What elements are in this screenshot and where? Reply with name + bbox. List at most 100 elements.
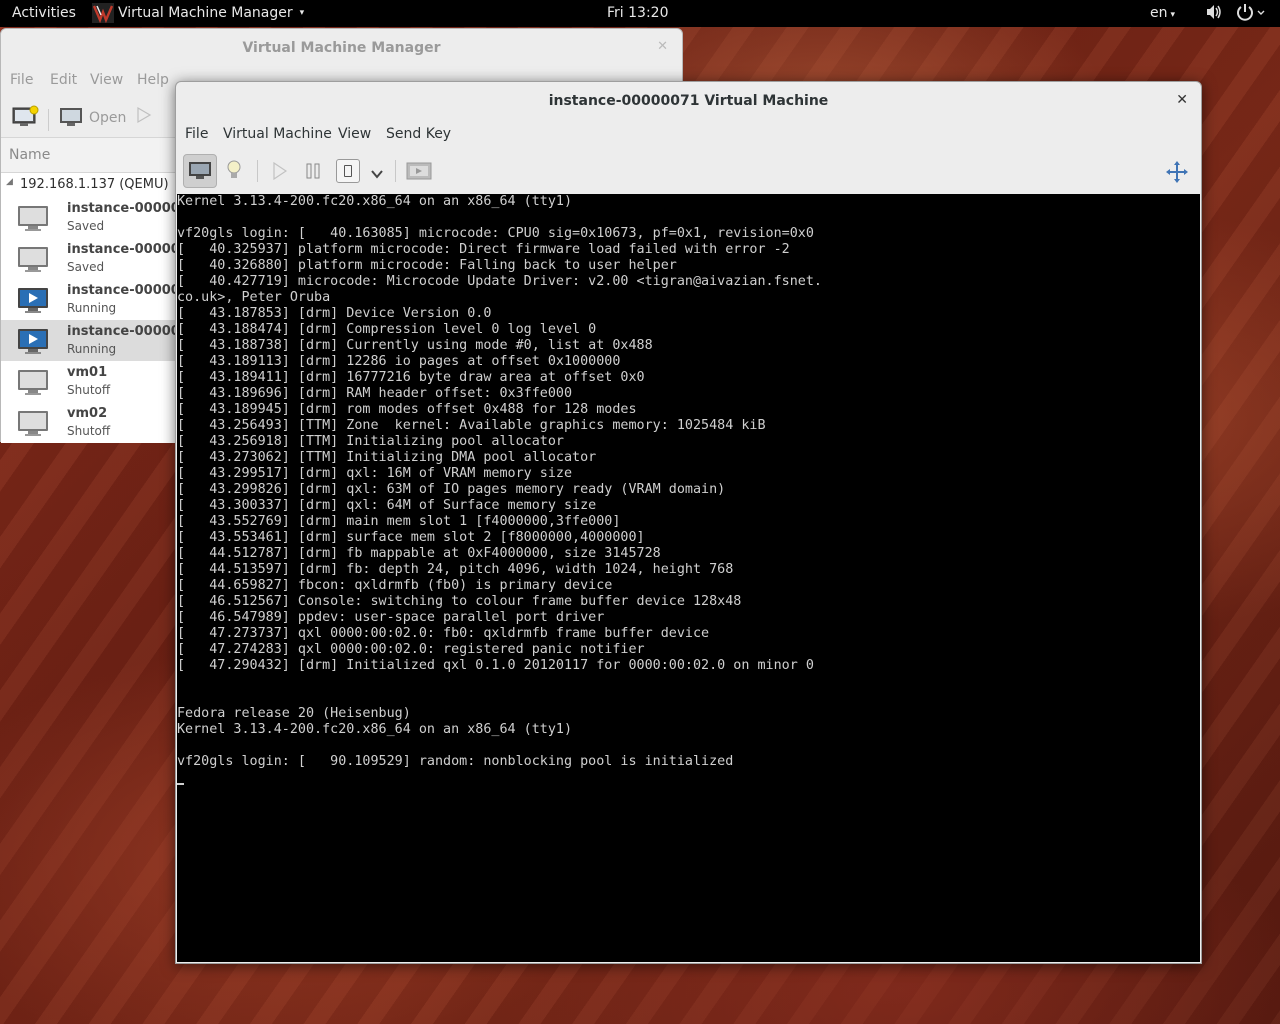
console-line: Kernel 3.13.4-200.fc20.x86_64 on an x86_… <box>177 194 573 209</box>
chevron-down-icon: ▾ <box>1170 10 1176 20</box>
console-line: [ 43.188738] [drm] Currently using mode … <box>177 338 653 353</box>
menu-file[interactable]: File <box>185 126 208 142</box>
menu-edit[interactable]: Edit <box>50 72 77 88</box>
toolbar-separator <box>257 160 258 182</box>
shutdown-button[interactable] <box>336 159 360 183</box>
console-view-button[interactable] <box>183 154 217 188</box>
vm-state: Running <box>67 342 117 356</box>
vm-name: vm02 <box>67 406 108 421</box>
close-icon[interactable]: ✕ <box>1176 92 1188 108</box>
vm-monitor-icon <box>17 369 49 395</box>
activities-button[interactable]: Activities <box>12 5 76 21</box>
menu-help[interactable]: Help <box>137 72 169 88</box>
monitor-icon <box>59 105 83 131</box>
vm-list-item[interactable]: instance-0000006 Saved <box>1 197 198 238</box>
app-menu[interactable]: Virtual Machine Manager ▾ <box>92 3 305 24</box>
power-icon[interactable] <box>1236 3 1266 27</box>
vm-state: Shutoff <box>67 383 111 397</box>
console-line: [ 43.256493] [TTM] Zone kernel: Availabl… <box>177 418 766 433</box>
vm-running-icon <box>17 287 49 313</box>
console-line: [ 43.299517] [drm] qxl: 16M of VRAM memo… <box>177 466 573 481</box>
chevron-down-icon: ▾ <box>299 8 305 18</box>
console-line: vf20gls login: [ 40.163085] microcode: C… <box>177 226 814 241</box>
console-line: [ 43.256918] [TTM] Initializing pool all… <box>177 434 564 449</box>
console-line: [ 43.189696] [drm] RAM header offset: 0x… <box>177 386 573 401</box>
vm-state: Saved <box>67 260 105 274</box>
vm-monitor-icon <box>17 205 49 231</box>
menu-file[interactable]: File <box>10 72 33 88</box>
language-indicator[interactable]: en ▾ <box>1150 5 1175 21</box>
pause-icon[interactable] <box>306 163 320 183</box>
list-header-name: Name <box>9 147 51 163</box>
manager-title: Virtual Machine Manager <box>242 40 441 56</box>
vm-running-icon <box>17 328 49 354</box>
expander-icon[interactable]: ◢ <box>6 177 13 187</box>
language-label: en <box>1150 5 1168 21</box>
open-label: Open <box>89 110 127 126</box>
console-line: [ 47.290432] [drm] Initialized qxl 0.1.0… <box>177 658 814 673</box>
menu-virtual-machine[interactable]: Virtual Machine <box>223 126 332 142</box>
vm-window-title: instance-00000071 Virtual Machine <box>548 93 829 109</box>
toolbar-separator <box>395 160 396 182</box>
run-icon[interactable] <box>136 106 152 128</box>
menu-view[interactable]: View <box>338 126 371 142</box>
vm-state: Running <box>67 301 117 315</box>
fullscreen-icon[interactable] <box>1165 160 1189 188</box>
vm-monitor-icon <box>17 410 49 436</box>
app-menu-label: Virtual Machine Manager <box>118 5 293 21</box>
console-line: [ 40.326880] platform microcode: Falling… <box>177 258 677 273</box>
console-line: co.uk>, Peter Oruba <box>177 290 331 305</box>
console-line: [ 43.299826] [drm] qxl: 63M of IO pages … <box>177 482 726 497</box>
screenshot-icon[interactable] <box>406 161 432 185</box>
console-line: vf20gls login: [ 90.109529] random: nonb… <box>177 754 734 769</box>
vm-monitor-icon <box>17 246 49 272</box>
details-view-button[interactable] <box>218 154 250 186</box>
text-cursor <box>177 783 184 785</box>
console-line: [ 40.325937] platform microcode: Direct … <box>177 242 790 257</box>
list-header[interactable]: Name <box>1 137 176 173</box>
console-line: [ 43.188474] [drm] Compression level 0 l… <box>177 322 597 337</box>
console-line <box>177 770 1200 786</box>
console-line: [ 43.189113] [drm] 12286 io pages at off… <box>177 354 621 369</box>
console-line: [ 43.189411] [drm] 16777216 byte draw ar… <box>177 370 645 385</box>
console-line: [ 46.512567] Console: switching to colou… <box>177 594 742 609</box>
vm-console-screen[interactable]: Kernel 3.13.4-200.fc20.x86_64 on an x86_… <box>177 194 1200 962</box>
console-line: [ 44.512787] [drm] fb mappable at 0xF400… <box>177 546 661 561</box>
menu-view[interactable]: View <box>90 72 123 88</box>
run-icon[interactable] <box>273 161 288 184</box>
clock[interactable]: Fri 13:20 <box>607 5 668 21</box>
volume-icon[interactable] <box>1205 3 1223 25</box>
console-line: [ 43.187853] [drm] Device Version 0.0 <box>177 306 492 321</box>
vm-list-item[interactable]: instance-0000007 Running <box>1 320 198 361</box>
vm-list-item[interactable]: instance-0000006 Saved <box>1 238 198 279</box>
close-icon[interactable]: ✕ <box>657 39 668 54</box>
power-icon <box>344 165 352 177</box>
toolbar-separator <box>48 109 49 131</box>
connection-row[interactable]: ◢ 192.168.1.137 (QEMU) <box>1 173 176 197</box>
console-line: [ 43.273062] [TTM] Initializing DMA pool… <box>177 450 597 465</box>
console-line: [ 44.659827] fbcon: qxldrmfb (fb0) is pr… <box>177 578 613 593</box>
vm-list-item[interactable]: vm02 Shutoff <box>1 402 176 443</box>
virt-manager-icon <box>92 3 114 24</box>
menu-send-key[interactable]: Send Key <box>386 126 451 142</box>
console-line: [ 43.189945] [drm] rom modes offset 0x48… <box>177 402 637 417</box>
console-line: Fedora release 20 (Heisenbug) <box>177 706 411 721</box>
chevron-down-icon[interactable] <box>371 164 383 183</box>
console-line: [ 43.300337] [drm] qxl: 64M of Surface m… <box>177 498 597 513</box>
console-line: [ 46.547989] ppdev: user-space parallel … <box>177 610 605 625</box>
vm-name: vm01 <box>67 365 108 380</box>
console-line: [ 47.273737] qxl 0000:00:02.0: fb0: qxld… <box>177 626 710 641</box>
console-line: [ 40.427719] microcode: Microcode Update… <box>177 274 822 289</box>
vm-state: Saved <box>67 219 105 233</box>
vm-list-item[interactable]: vm01 Shutoff <box>1 361 176 402</box>
vm-toolbar <box>176 152 1201 192</box>
monitor-icon <box>189 161 211 185</box>
lightbulb-icon <box>226 159 242 185</box>
vm-list-item[interactable]: instance-0000007 Running <box>1 279 198 320</box>
console-line: Kernel 3.13.4-200.fc20.x86_64 on an x86_… <box>177 722 573 737</box>
open-button[interactable]: Open <box>59 105 126 131</box>
new-vm-icon[interactable] <box>12 105 40 131</box>
